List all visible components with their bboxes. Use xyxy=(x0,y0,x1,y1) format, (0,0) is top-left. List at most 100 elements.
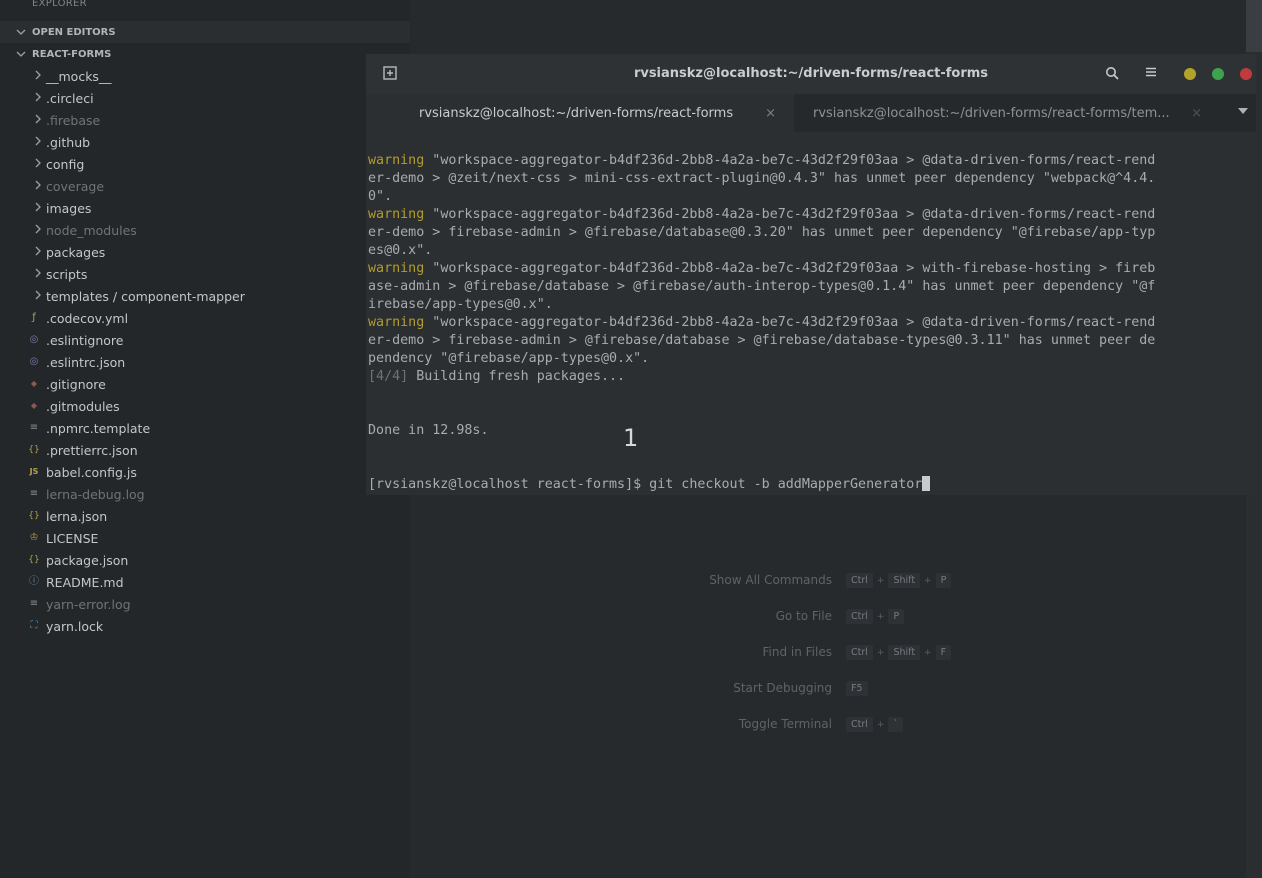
plus-sign: + xyxy=(876,575,885,586)
terminal-window[interactable]: rvsianskz@localhost:~/driven-forms/react… xyxy=(366,54,1256,495)
open-editors-section[interactable]: OPEN EDITORS xyxy=(0,21,410,43)
shortcut-name: Find in Files xyxy=(762,645,833,659)
chevron-down-icon xyxy=(16,29,26,35)
yaml-file-icon: ƒ xyxy=(32,312,36,323)
terminal-text: er-demo > @zeit/next-css > mini-css-extr… xyxy=(368,171,1156,186)
json-file-icon: {} xyxy=(28,511,40,521)
terminal-line: er-demo > firebase-admin > @firebase/dat… xyxy=(368,224,1252,242)
key-cap: P xyxy=(935,573,952,588)
tree-item[interactable]: ≡ yarn-error.log xyxy=(0,593,410,615)
key-cap: ` xyxy=(888,717,904,732)
terminal-output[interactable]: warning "workspace-aggregator-b4df236d-2… xyxy=(368,152,1252,492)
tree-item[interactable]: .firebase xyxy=(0,109,410,131)
terminal-text: es@0.x". xyxy=(368,243,433,258)
minimize-button[interactable] xyxy=(1184,68,1196,80)
maximize-button[interactable] xyxy=(1212,68,1224,80)
tree-item[interactable]: node_modules xyxy=(0,219,410,241)
shortcut-row[interactable]: Go to File Ctrl + P xyxy=(560,609,980,627)
tree-item[interactable]: ⓘ README.md xyxy=(0,571,410,593)
tree-item[interactable]: coverage xyxy=(0,175,410,197)
chevron-right-icon xyxy=(32,202,44,214)
terminal-tabbar: rvsianskz@localhost:~/driven-forms/react… xyxy=(366,94,1256,132)
close-tab-icon[interactable]: × xyxy=(1191,106,1202,121)
shortcut-row[interactable]: Toggle Terminal Ctrl + ` xyxy=(560,717,980,735)
close-tab-icon[interactable]: × xyxy=(765,106,776,121)
warning-label: warning xyxy=(368,207,425,222)
shortcut-row[interactable]: Show All Commands Ctrl + Shift + P xyxy=(560,573,980,591)
terminal-text: "workspace-aggregator-b4df236d-2bb8-4a2a… xyxy=(424,261,1156,276)
tree-item[interactable]: ≡ .npmrc.template xyxy=(0,417,410,439)
tree-item[interactable]: ◎ .eslintignore xyxy=(0,329,410,351)
search-icon[interactable] xyxy=(1104,66,1120,82)
tree-item[interactable]: images xyxy=(0,197,410,219)
tree-item[interactable]: ◆ .gitignore xyxy=(0,373,410,395)
tree-item-label: .github xyxy=(46,134,91,150)
tree-item-label: lerna-debug.log xyxy=(46,486,145,502)
close-button[interactable] xyxy=(1240,68,1252,80)
git-icon: ◆ xyxy=(30,379,38,388)
json-file-icon: {} xyxy=(28,445,40,455)
terminal-tab[interactable]: rvsianskz@localhost:~/driven-forms/react… xyxy=(796,94,1228,132)
tree-item[interactable]: {} .prettierrc.json xyxy=(0,439,410,461)
plus-sign: + xyxy=(876,647,885,658)
tree-item[interactable]: .circleci xyxy=(0,87,410,109)
terminal-text: pendency "@firebase/app-types@0.x". xyxy=(368,351,650,366)
key-cap: Ctrl xyxy=(846,573,873,588)
tree-item[interactable]: config xyxy=(0,153,410,175)
plus-sign: + xyxy=(876,719,885,730)
tree-item[interactable]: {} package.json xyxy=(0,549,410,571)
shortcut-row[interactable]: Find in Files Ctrl + Shift + F xyxy=(560,645,980,663)
tree-item[interactable]: {} lerna.json xyxy=(0,505,410,527)
tree-item[interactable]: ♔ LICENSE xyxy=(0,527,410,549)
tree-item-label: config xyxy=(46,156,85,172)
terminal-text: ase-admin > @firebase/database > @fireba… xyxy=(368,279,1156,294)
tree-item-label: yarn.lock xyxy=(46,618,104,634)
chevron-right-icon xyxy=(32,92,44,104)
tree-item-label: templates / component-mapper xyxy=(46,288,245,304)
terminal-line: warning "workspace-aggregator-b4df236d-2… xyxy=(368,260,1252,278)
tabs-dropdown-icon[interactable] xyxy=(1238,108,1248,114)
shortcut-name: Toggle Terminal xyxy=(738,717,832,731)
terminal-line: pendency "@firebase/app-types@0.x". xyxy=(368,350,1252,368)
tree-item[interactable]: JS babel.config.js xyxy=(0,461,410,483)
tree-item[interactable]: ƒ .codecov.yml xyxy=(0,307,410,329)
tree-item-label: .firebase xyxy=(46,112,101,128)
terminal-cursor xyxy=(922,476,931,491)
open-editors-label: OPEN EDITORS xyxy=(32,26,116,38)
tree-item[interactable]: __mocks__ xyxy=(0,65,410,87)
git-icon: ◆ xyxy=(30,401,38,410)
hamburger-menu-icon[interactable] xyxy=(1143,66,1159,82)
tree-item-label: .gitmodules xyxy=(46,398,120,414)
tree-item[interactable]: ◆ .gitmodules xyxy=(0,395,410,417)
tree-item-label: packages xyxy=(46,244,106,260)
terminal-line: [4/4] Building fresh packages... xyxy=(368,368,1252,386)
terminal-line: [rvsianskz@localhost react-forms]$ git c… xyxy=(368,476,1252,492)
tree-item[interactable]: .github xyxy=(0,131,410,153)
shortcut-keys: Ctrl + Shift + P xyxy=(846,573,952,588)
project-section[interactable]: REACT-FORMS xyxy=(0,43,410,65)
shortcut-row[interactable]: Start Debugging F5 xyxy=(560,681,980,699)
terminal-tab-active[interactable]: rvsianskz@localhost:~/driven-forms/react… xyxy=(366,94,794,132)
tree-item[interactable]: templates / component-mapper xyxy=(0,285,410,307)
terminal-title: rvsianskz@localhost:~/driven-forms/react… xyxy=(633,66,989,81)
tree-item[interactable]: scripts xyxy=(0,263,410,285)
tree-item[interactable]: ◎ .eslintrc.json xyxy=(0,351,410,373)
chevron-right-icon xyxy=(32,224,44,236)
key-cap: Shift xyxy=(888,573,921,588)
tree-item[interactable]: packages xyxy=(0,241,410,263)
plus-sign: + xyxy=(924,647,932,658)
tree-item[interactable]: ≡ lerna-debug.log xyxy=(0,483,410,505)
tree-item-label: LICENSE xyxy=(46,530,99,546)
terminal-text: Done in 12.98s. xyxy=(368,423,489,438)
terminal-line: warning "workspace-aggregator-b4df236d-2… xyxy=(368,314,1252,332)
tree-item-label: node_modules xyxy=(46,222,137,238)
terminal-line: irebase/app-types@0.x". xyxy=(368,296,1252,314)
tree-item-label: README.md xyxy=(46,574,124,590)
scrollbar-thumb[interactable] xyxy=(1246,0,1262,52)
tree-item-label: .gitignore xyxy=(46,376,106,392)
tree-item[interactable]: ⛶ yarn.lock xyxy=(0,615,410,637)
tab-label: rvsianskz@localhost:~/driven-forms/react… xyxy=(813,105,1170,121)
tree-item-label: babel.config.js xyxy=(46,464,137,480)
